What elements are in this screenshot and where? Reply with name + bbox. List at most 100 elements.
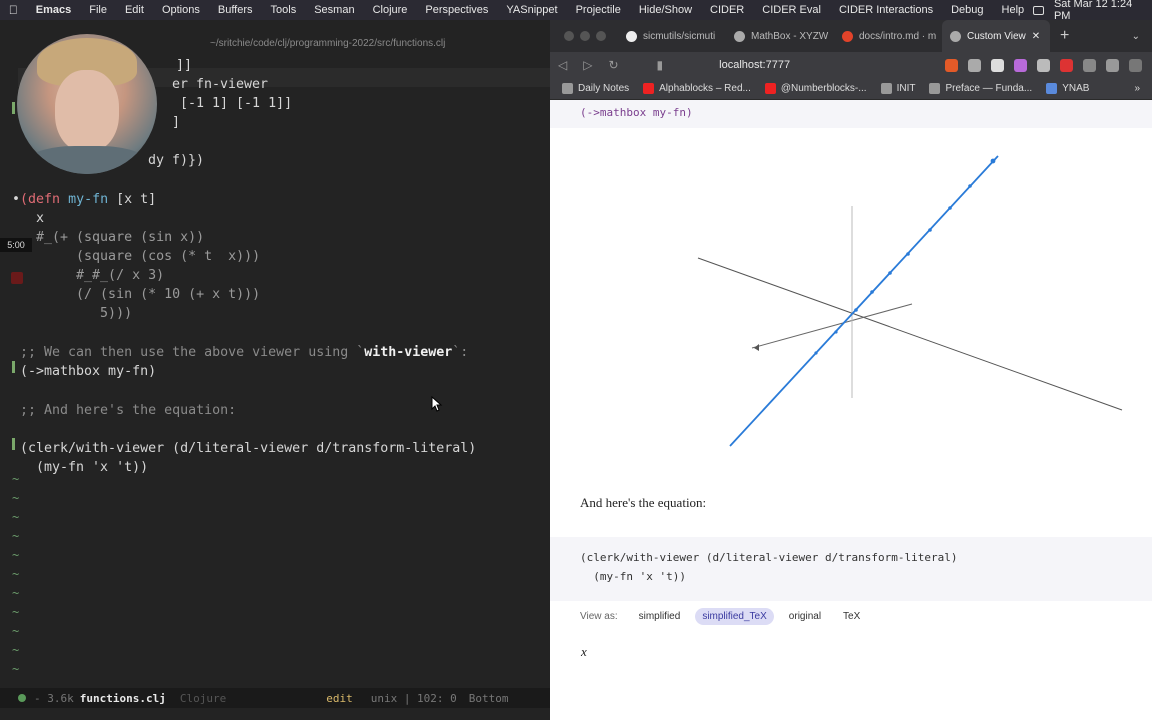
bookmark-label: @Numberblocks-... <box>780 83 867 94</box>
menu-help[interactable]: Help <box>993 4 1034 16</box>
view-option-tex[interactable]: TeX <box>836 608 867 625</box>
back-icon[interactable]: ◁ <box>550 58 575 72</box>
gutter-marker <box>12 361 15 373</box>
youtube-icon <box>764 83 776 94</box>
zoom-window-icon[interactable] <box>596 31 606 41</box>
tab-github[interactable]: sicmutils/sicmuti <box>618 20 726 52</box>
tab-label: sicmutils/sicmuti <box>643 30 716 42</box>
tab-gitlab[interactable]: docs/intro.md · m <box>834 20 942 52</box>
menu-cider-eval[interactable]: CIDER Eval <box>753 4 830 16</box>
tab-mathbox[interactable]: MathBox - XYZW <box>726 20 834 52</box>
recording-timer: 5:00 <box>0 238 32 252</box>
tab-label: MathBox - XYZW <box>751 30 829 42</box>
bookmark-ynab[interactable]: YNAB <box>1046 83 1089 94</box>
menu-buffers[interactable]: Buffers <box>209 4 262 16</box>
menu-cider-interactions[interactable]: CIDER Interactions <box>830 4 942 16</box>
extension-icon[interactable] <box>968 58 981 72</box>
globe-icon <box>950 30 961 42</box>
menu-cider[interactable]: CIDER <box>701 4 753 16</box>
tab-search-icon[interactable]: ⌄ <box>1132 31 1152 42</box>
code-line: (clerk/with-viewer (d/literal-viewer d/t… <box>20 441 477 456</box>
forward-icon[interactable]: ▷ <box>575 58 600 72</box>
defn-keyword: (defn <box>20 192 61 207</box>
empty-line-marker: ~ <box>12 491 20 505</box>
minimize-window-icon[interactable] <box>580 31 590 41</box>
bookmark-preface[interactable]: Preface — Funda... <box>929 83 1032 94</box>
menu-projectile[interactable]: Projectile <box>567 4 630 16</box>
github-icon <box>626 30 637 42</box>
empty-line-marker: ~ <box>12 529 20 543</box>
menu-hideshow[interactable]: Hide/Show <box>630 4 701 16</box>
code-line: 5))) <box>20 306 133 321</box>
bookmark-icon[interactable]: ▮ <box>649 58 672 72</box>
sidebar-icon[interactable] <box>1106 58 1119 72</box>
close-window-icon[interactable] <box>564 31 574 41</box>
view-option-simplified[interactable]: simplified <box>632 608 688 625</box>
menu-clojure[interactable]: Clojure <box>364 4 417 16</box>
empty-line-marker: ~ <box>12 643 20 657</box>
browser-window: sicmutils/sicmuti MathBox - XYZW docs/in… <box>550 20 1152 720</box>
menu-icon[interactable] <box>1129 58 1142 72</box>
bookmark-init[interactable]: INIT <box>880 83 915 94</box>
browser-toolbar: ◁ ▷ ↻ ▮ localhost:7777 <box>550 52 1152 78</box>
view-option-simplified-tex[interactable]: simplified_TeX <box>695 608 774 625</box>
clock[interactable]: Sat Mar 12 1:24 PM <box>1054 0 1140 22</box>
window-controls[interactable] <box>550 31 618 41</box>
record-icon[interactable] <box>11 272 23 284</box>
control-center-icon[interactable] <box>1033 5 1044 15</box>
globe-icon <box>880 83 892 94</box>
status-dot-icon <box>18 694 26 702</box>
bookmark-daily-notes[interactable]: Daily Notes <box>562 83 629 94</box>
menu-options[interactable]: Options <box>153 4 209 16</box>
code-line: •(defn my-fn [x t] <box>12 192 157 207</box>
encoding-position: unix | 102: 0 <box>370 691 457 705</box>
empty-line-marker: ~ <box>12 662 20 676</box>
globe-icon <box>734 30 745 42</box>
menu-debug[interactable]: Debug <box>942 4 992 16</box>
menu-file[interactable]: File <box>80 4 116 16</box>
code-line: er fn-viewer <box>172 77 269 92</box>
code-line: (clerk/with-viewer (d/literal-viewer d/t… <box>580 551 958 564</box>
menu-sesman[interactable]: Sesman <box>305 4 363 16</box>
address-bar[interactable]: localhost:7777 <box>699 55 910 75</box>
major-mode[interactable]: Clojure <box>180 692 226 705</box>
menu-emacs[interactable]: Emacs <box>27 4 80 16</box>
menu-perspectives[interactable]: Perspectives <box>416 4 497 16</box>
code-line: dy f)}) <box>148 153 205 168</box>
extension-icon[interactable] <box>991 58 1004 72</box>
view-as-selector: View as: simplified simplified_TeX origi… <box>580 608 867 625</box>
gitlab-icon <box>842 30 853 42</box>
more-bookmarks-icon[interactable]: » <box>1134 83 1152 94</box>
menu-tools[interactable]: Tools <box>262 4 306 16</box>
extension-icon[interactable] <box>1014 58 1027 72</box>
code-line: #_(+ (square (sin x)) <box>20 230 205 245</box>
new-tab-button[interactable]: + <box>1050 27 1079 45</box>
mouse-pointer-icon <box>431 396 443 412</box>
menu-edit[interactable]: Edit <box>116 4 153 16</box>
menu-yasnippet[interactable]: YASnippet <box>497 4 566 16</box>
tab-label: docs/intro.md · m <box>859 30 937 42</box>
empty-line-marker: ~ <box>12 567 20 581</box>
reload-icon[interactable]: ↻ <box>600 58 626 72</box>
webcam-overlay <box>17 34 157 174</box>
youtube-icon <box>643 83 655 94</box>
mode-line: - 3.6k functions.clj Clojure edit unix |… <box>0 688 550 708</box>
extension-icon[interactable] <box>1060 58 1073 72</box>
brave-shield-icon[interactable] <box>945 58 958 72</box>
fn-name: my-fn <box>68 192 109 207</box>
view-option-original[interactable]: original <box>782 608 828 625</box>
extension-icon[interactable] <box>1037 58 1050 72</box>
apple-icon[interactable]:  <box>0 3 27 17</box>
close-tab-icon[interactable]: ✕ <box>1032 31 1040 42</box>
code-line: [-1 1] [-1 1]] <box>172 96 293 111</box>
empty-line-marker: ~ <box>12 586 20 600</box>
puzzle-icon[interactable] <box>1083 58 1096 72</box>
comment-text: `: <box>452 345 469 360</box>
bookmark-alphablocks[interactable]: Alphablocks – Red... <box>643 83 751 94</box>
mathbox-plot[interactable] <box>550 132 1152 472</box>
bookmark-label: YNAB <box>1062 83 1090 94</box>
code-block-clerk: (clerk/with-viewer (d/literal-viewer d/t… <box>550 537 1152 601</box>
comment-line: ;; And here's the equation: <box>20 403 237 418</box>
bookmark-numberblocks[interactable]: @Numberblocks-... <box>764 83 867 94</box>
tab-custom-view[interactable]: Custom View ✕ <box>942 20 1050 52</box>
